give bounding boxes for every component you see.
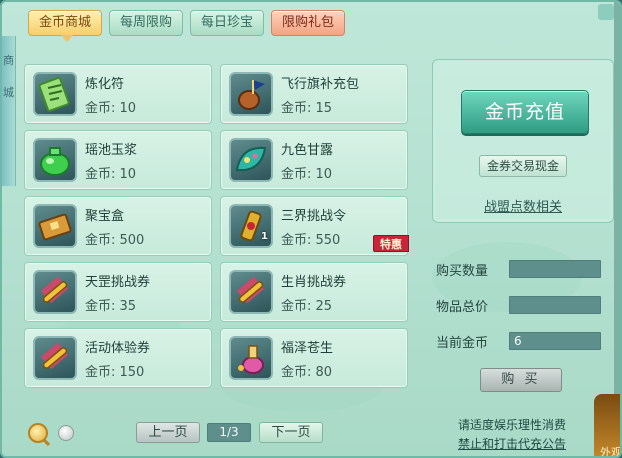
item-name: 生肖挑战券 bbox=[281, 275, 347, 290]
left-edge-char: 城 bbox=[3, 86, 14, 99]
shop-item[interactable]: 天罡挑战券 金币: 35 bbox=[24, 262, 212, 322]
shop-item[interactable]: 瑶池玉浆 金币: 10 bbox=[24, 130, 212, 190]
tab-gold-mall[interactable]: 金币商城 bbox=[28, 10, 103, 42]
item-price: 金币: 500 bbox=[85, 233, 145, 248]
item-price: 金币: 10 bbox=[281, 167, 333, 182]
magnifier-icon[interactable] bbox=[28, 423, 48, 443]
shop-item[interactable]: 飞行旗补充包 金币: 15 bbox=[220, 64, 408, 124]
quantity-input[interactable] bbox=[509, 260, 601, 278]
prev-page-button[interactable]: 上一页 bbox=[136, 422, 200, 443]
treasure-box-icon bbox=[33, 204, 77, 248]
gold-topup-button[interactable]: 金币充值 bbox=[461, 90, 589, 134]
talisman-icon bbox=[33, 72, 77, 116]
scroll-icon bbox=[33, 336, 77, 380]
next-page-button[interactable]: 下一页 bbox=[259, 422, 323, 443]
item-price: 金币: 150 bbox=[85, 365, 145, 380]
shop-item[interactable]: 聚宝盒 金币: 500 bbox=[24, 196, 212, 256]
jade-potion-icon bbox=[33, 138, 77, 182]
flag-pack-icon bbox=[229, 72, 273, 116]
appearance-corner-button[interactable]: 外观 bbox=[594, 394, 622, 458]
item-name: 三界挑战令 bbox=[281, 209, 347, 224]
item-name: 天罡挑战券 bbox=[85, 275, 151, 290]
anti-proxy-notice-link[interactable]: 禁止和打击代充公告 bbox=[458, 435, 566, 452]
shop-item[interactable]: 福泽苍生 金币: 80 bbox=[220, 328, 408, 388]
right-edge-border bbox=[614, 2, 620, 456]
tab-bar: 金币商城 每周限购 每日珍宝 限购礼包 bbox=[28, 10, 346, 42]
pearl-icon[interactable] bbox=[58, 425, 74, 441]
shop-item[interactable]: 炼化符 金币: 10 bbox=[24, 64, 212, 124]
item-name: 炼化符 bbox=[85, 77, 125, 92]
notice-line: 请适度娱乐理性消费 bbox=[458, 418, 567, 432]
item-price: 金币: 15 bbox=[281, 101, 333, 116]
special-offer-badge: 特惠 bbox=[373, 235, 409, 252]
shop-item[interactable]: 活动体验券 金币: 150 bbox=[24, 328, 212, 388]
coupon-exchange-button[interactable]: 金券交易现金 bbox=[479, 155, 567, 177]
item-name: 聚宝盒 bbox=[85, 209, 125, 224]
left-edge-char: 商 bbox=[3, 54, 14, 67]
shop-window: 商 城 金币商城 每周限购 每日珍宝 限购礼包 炼化符 金币: 10 飞行旗补充… bbox=[0, 0, 622, 458]
corner-ornament bbox=[598, 4, 614, 20]
recharge-panel: 金币充值 金券交易现金 战盟点数相关 bbox=[432, 59, 614, 223]
nectar-leaf-icon bbox=[229, 138, 273, 182]
item-price: 金币: 550 bbox=[281, 233, 341, 248]
total-label: 物品总价 bbox=[436, 300, 489, 315]
current-gold-label: 当前金币 bbox=[436, 336, 489, 351]
item-name: 活动体验券 bbox=[85, 341, 151, 356]
blessing-bottle-icon bbox=[229, 336, 273, 380]
item-name: 福泽苍生 bbox=[281, 341, 334, 356]
scroll-icon bbox=[33, 270, 77, 314]
alliance-points-link[interactable]: 战盟点数相关 bbox=[433, 196, 613, 215]
current-gold-field: 6 bbox=[509, 332, 601, 350]
tab-weekly-limit[interactable]: 每周限购 bbox=[109, 10, 184, 36]
tab-limited-pack[interactable]: 限购礼包 bbox=[271, 10, 346, 36]
item-name: 瑶池玉浆 bbox=[85, 143, 138, 158]
corner-label: 外观 bbox=[600, 446, 622, 458]
item-price: 金币: 10 bbox=[85, 167, 137, 182]
scroll-icon bbox=[229, 270, 273, 314]
item-price: 金币: 25 bbox=[281, 299, 333, 314]
qty-label: 购买数量 bbox=[436, 264, 489, 279]
item-quantity: 1 bbox=[261, 231, 268, 242]
item-price: 金币: 35 bbox=[85, 299, 137, 314]
left-edge-panel: 商 城 bbox=[2, 36, 16, 186]
item-price: 金币: 80 bbox=[281, 365, 333, 380]
shop-item[interactable]: 生肖挑战券 金币: 25 bbox=[220, 262, 408, 322]
item-name: 九色甘露 bbox=[281, 143, 334, 158]
shop-item[interactable]: 九色甘露 金币: 10 bbox=[220, 130, 408, 190]
page-indicator: 1/3 bbox=[207, 423, 251, 442]
tab-daily-treasure[interactable]: 每日珍宝 bbox=[190, 10, 265, 36]
buy-button[interactable]: 购 买 bbox=[480, 368, 562, 392]
total-price-field bbox=[509, 296, 601, 314]
item-price: 金币: 10 bbox=[85, 101, 137, 116]
shop-item[interactable]: 1 三界挑战令 金币: 550 特惠 bbox=[220, 196, 409, 256]
item-name: 飞行旗补充包 bbox=[281, 77, 360, 92]
